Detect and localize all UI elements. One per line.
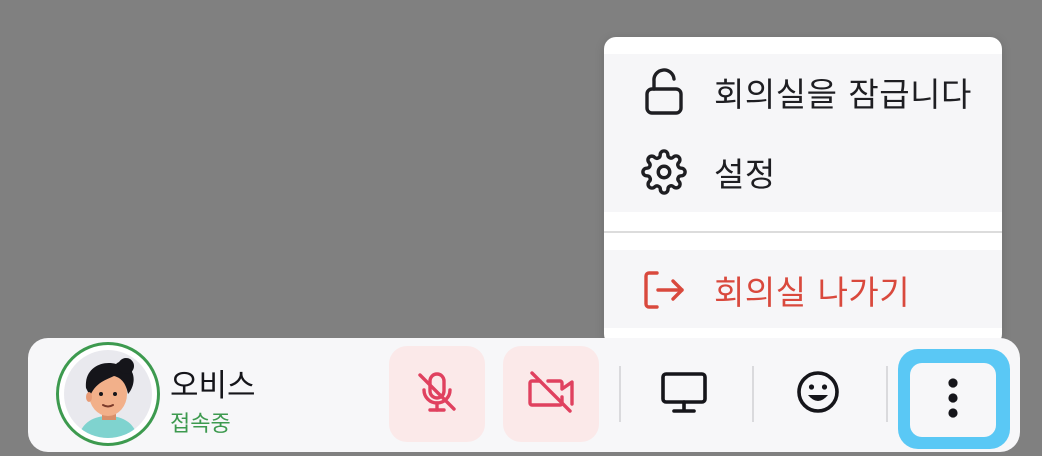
- toolbar-separator: [886, 366, 888, 422]
- menu-item-lock-room[interactable]: 회의실을 잠급니다: [604, 54, 1002, 130]
- screen-share-button[interactable]: [636, 346, 732, 442]
- user-status: 접속중: [170, 412, 231, 437]
- mic-toggle-button[interactable]: [389, 346, 485, 442]
- menu-item-label: 설정: [714, 155, 776, 194]
- reaction-button[interactable]: [770, 346, 866, 442]
- menu-item-leave-room[interactable]: 회의실 나가기: [604, 252, 1002, 328]
- avatar: [56, 342, 160, 446]
- gear-icon: [640, 148, 688, 196]
- menu-item-settings[interactable]: 설정: [604, 134, 1002, 210]
- more-options-menu: 회의실을 잠급니다 설정 회의실 나가기: [604, 37, 1002, 346]
- monitor-icon: [658, 366, 710, 422]
- toolbar-separator: [619, 366, 621, 422]
- lock-open-icon: [640, 68, 688, 116]
- menu-item-label: 회의실 나가기: [714, 273, 911, 312]
- avatar-illustration: [64, 350, 152, 438]
- user-name: 오비스: [170, 368, 256, 404]
- more-options-button-inner: [910, 363, 996, 437]
- camera-toggle-button[interactable]: [503, 346, 599, 442]
- more-options-button[interactable]: [898, 349, 1010, 449]
- more-vertical-icon: [945, 376, 961, 424]
- toolbar-separator: [752, 366, 754, 422]
- exit-icon: [640, 266, 688, 314]
- camera-off-icon: [526, 367, 576, 421]
- menu-divider: [604, 231, 1002, 233]
- mic-off-icon: [413, 368, 461, 420]
- emoji-icon: [793, 367, 843, 421]
- menu-item-label: 회의실을 잠급니다: [714, 75, 972, 114]
